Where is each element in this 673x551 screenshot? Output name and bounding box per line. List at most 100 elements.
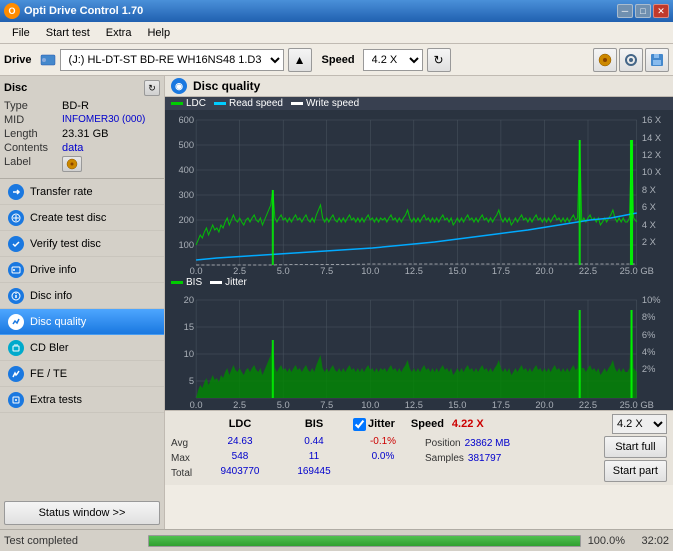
disc-refresh-button[interactable]: ↻ bbox=[144, 80, 160, 96]
disc-label-button[interactable] bbox=[62, 156, 82, 172]
svg-text:20.0: 20.0 bbox=[535, 400, 553, 410]
nav-fe-te[interactable]: FE / TE bbox=[0, 361, 164, 387]
svg-text:17.5: 17.5 bbox=[492, 266, 510, 275]
start-part-button[interactable]: Start part bbox=[604, 460, 667, 482]
legend-jitter: Jitter bbox=[210, 277, 247, 288]
svg-text:5.0: 5.0 bbox=[277, 400, 290, 410]
minimize-button[interactable]: ─ bbox=[617, 4, 633, 18]
svg-text:400: 400 bbox=[178, 165, 194, 175]
nav-disc-quality[interactable]: Disc quality bbox=[0, 309, 164, 335]
top-chart: 600 500 400 300 200 100 16 X 14 X 12 X 1… bbox=[165, 110, 673, 275]
disc-type-label: Type bbox=[4, 100, 62, 112]
svg-text:10.0: 10.0 bbox=[361, 266, 379, 275]
disc-mid-value: INFOMER30 (000) bbox=[62, 114, 160, 126]
start-full-button[interactable]: Start full bbox=[604, 436, 667, 458]
nav-icon-drive-info bbox=[8, 262, 24, 278]
status-bar: Test completed 100.0% 32:02 bbox=[0, 529, 673, 551]
stats-row-labels: Avg Max Total bbox=[171, 436, 201, 482]
nav-icon-disc-quality bbox=[8, 314, 24, 330]
svg-text:5: 5 bbox=[189, 376, 194, 386]
disc-length-label: Length bbox=[4, 128, 62, 140]
nav-cd-bler[interactable]: CD Bler bbox=[0, 335, 164, 361]
nav-transfer-rate[interactable]: Transfer rate bbox=[0, 179, 164, 205]
stats-data-rows: Avg Max Total 24.63 548 9403770 0.44 11 … bbox=[171, 436, 667, 482]
disc-panel-title: Disc bbox=[4, 82, 27, 94]
disc-type-row: Type BD-R bbox=[4, 100, 160, 112]
svg-text:10%: 10% bbox=[642, 295, 661, 305]
title-bar-text: Opti Drive Control 1.70 bbox=[24, 5, 617, 17]
stats-ldc-max: 548 bbox=[205, 451, 275, 465]
save-button[interactable] bbox=[645, 48, 669, 72]
nav-extra-tests[interactable]: Extra tests bbox=[0, 387, 164, 413]
disc-mid-label: MID bbox=[4, 114, 62, 126]
nav-verify-test-disc[interactable]: Verify test disc bbox=[0, 231, 164, 257]
nav-label-transfer-rate: Transfer rate bbox=[30, 186, 93, 198]
svg-text:500: 500 bbox=[178, 140, 194, 150]
sidebar: Disc ↻ Type BD-R MID INFOMER30 (000) Len… bbox=[0, 76, 165, 529]
stats-bis-col: 0.44 11 169445 bbox=[279, 436, 349, 482]
stats-jitter-max: 0.0% bbox=[353, 451, 413, 465]
nav-create-test-disc[interactable]: Create test disc bbox=[0, 205, 164, 231]
settings-button[interactable] bbox=[619, 48, 643, 72]
speed-select[interactable]: 4.2 X bbox=[363, 49, 423, 71]
svg-text:12 X: 12 X bbox=[642, 150, 661, 160]
stats-pos-value: 23862 MB bbox=[465, 438, 511, 449]
legend-jitter-color bbox=[210, 281, 222, 284]
nav-disc-info[interactable]: Disc info bbox=[0, 283, 164, 309]
stats-area: LDC BIS Jitter Speed 4.22 X 4.2 X Avg bbox=[165, 410, 673, 485]
disc-label-row: Label bbox=[4, 156, 160, 172]
progress-bar-container bbox=[148, 535, 581, 547]
svg-text:7.5: 7.5 bbox=[320, 400, 333, 410]
svg-text:5.0: 5.0 bbox=[277, 266, 290, 275]
menu-bar: File Start test Extra Help bbox=[0, 22, 673, 44]
chart-header-icon: ◉ bbox=[171, 78, 187, 94]
svg-text:0.0: 0.0 bbox=[190, 400, 203, 410]
menu-file[interactable]: File bbox=[4, 25, 38, 41]
disc-length-value: 23.31 GB bbox=[62, 128, 160, 140]
legend-read-speed-label: Read speed bbox=[229, 98, 283, 109]
stats-jitter-col: -0.1% 0.0% bbox=[353, 436, 413, 482]
nav-icon-fe-te bbox=[8, 366, 24, 382]
toolbar: Drive (J:) HL-DT-ST BD-RE WH16NS48 1.D3 … bbox=[0, 44, 673, 76]
drive-select[interactable]: (J:) HL-DT-ST BD-RE WH16NS48 1.D3 bbox=[60, 49, 284, 71]
menu-extra[interactable]: Extra bbox=[98, 25, 140, 41]
svg-text:22.5: 22.5 bbox=[579, 400, 597, 410]
bottom-chart-legend: BIS Jitter bbox=[165, 275, 673, 290]
eject-button[interactable]: ▲ bbox=[288, 48, 312, 72]
svg-text:300: 300 bbox=[178, 190, 194, 200]
menu-start-test[interactable]: Start test bbox=[38, 25, 98, 41]
legend-read-speed-color bbox=[214, 102, 226, 105]
stats-ldc-avg: 24.63 bbox=[205, 436, 275, 450]
speed-output-select[interactable]: 4.2 X bbox=[612, 414, 667, 434]
stats-header-row: LDC BIS Jitter Speed 4.22 X 4.2 X bbox=[171, 414, 667, 434]
svg-text:15: 15 bbox=[184, 322, 194, 332]
chart-area: ◉ Disc quality LDC Read speed Write spee… bbox=[165, 76, 673, 529]
legend-ldc-label: LDC bbox=[186, 98, 206, 109]
title-bar: O Opti Drive Control 1.70 ─ □ ✕ bbox=[0, 0, 673, 22]
stats-bis-avg: 0.44 bbox=[279, 436, 349, 450]
status-time: 32:02 bbox=[629, 535, 669, 547]
disc-mid-row: MID INFOMER30 (000) bbox=[4, 114, 160, 126]
menu-help[interactable]: Help bbox=[139, 25, 178, 41]
close-button[interactable]: ✕ bbox=[653, 4, 669, 18]
refresh-button[interactable]: ↻ bbox=[427, 48, 451, 72]
nav-drive-info[interactable]: Drive info bbox=[0, 257, 164, 283]
status-window-button[interactable]: Status window >> bbox=[4, 501, 160, 525]
top-chart-svg: 600 500 400 300 200 100 16 X 14 X 12 X 1… bbox=[165, 110, 673, 275]
svg-text:10 X: 10 X bbox=[642, 167, 661, 177]
disc-button[interactable] bbox=[593, 48, 617, 72]
svg-text:20: 20 bbox=[184, 295, 194, 305]
maximize-button[interactable]: □ bbox=[635, 4, 651, 18]
legend-read-speed: Read speed bbox=[214, 98, 283, 109]
svg-text:8 X: 8 X bbox=[642, 185, 656, 195]
svg-text:100: 100 bbox=[178, 240, 194, 250]
disc-length-row: Length 23.31 GB bbox=[4, 128, 160, 140]
svg-text:4%: 4% bbox=[642, 347, 655, 357]
svg-text:7.5: 7.5 bbox=[320, 266, 333, 275]
legend-bis-color bbox=[171, 281, 183, 284]
stats-speed-label: Speed bbox=[411, 418, 444, 430]
nav-label-create-test-disc: Create test disc bbox=[30, 212, 106, 224]
chart-header: ◉ Disc quality bbox=[165, 76, 673, 97]
legend-write-speed-label: Write speed bbox=[306, 98, 359, 109]
jitter-checkbox[interactable] bbox=[353, 418, 366, 431]
